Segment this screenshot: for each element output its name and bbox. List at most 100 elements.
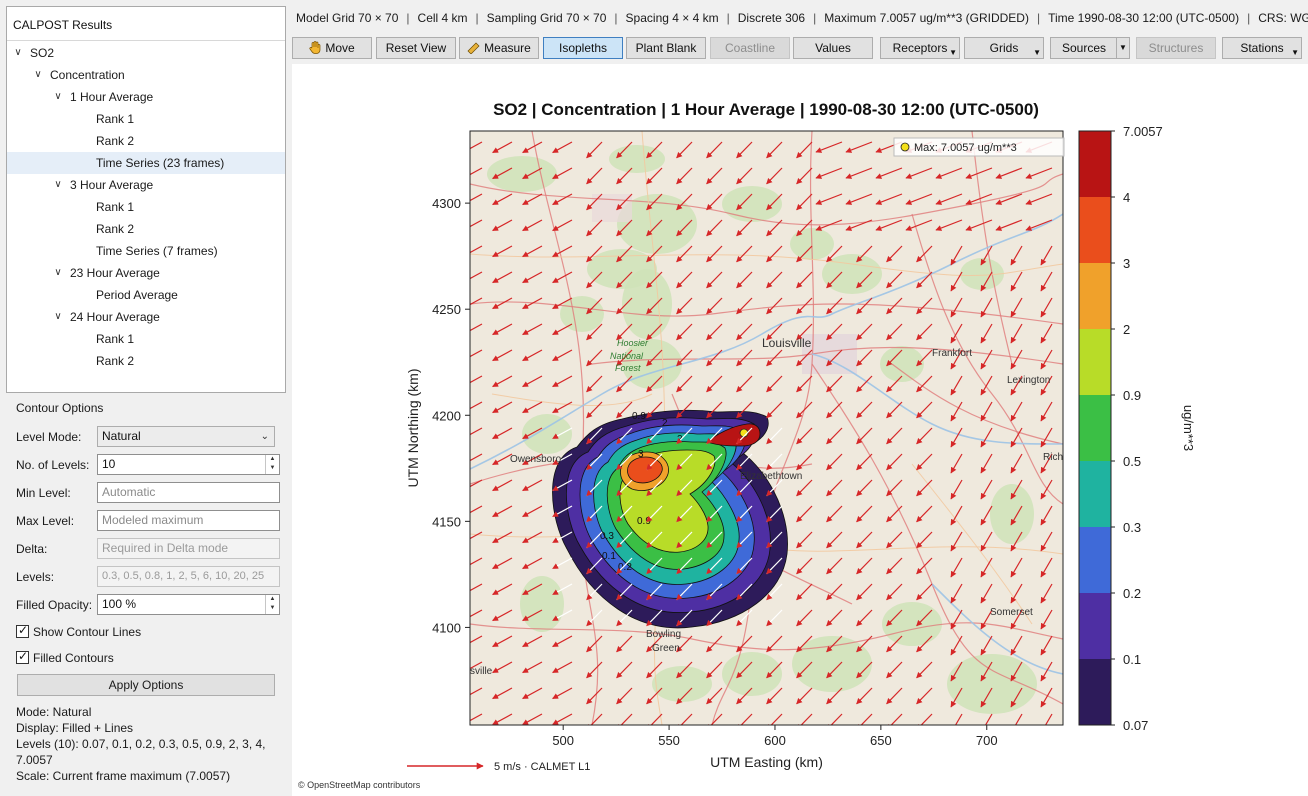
levels-label: Levels: [16, 570, 55, 584]
map-place-label: Louisville [762, 336, 812, 350]
map-place-label: Somerset [990, 607, 1033, 618]
tree-item[interactable]: Rank 2 [7, 350, 285, 372]
contour-line-label: 0.9 [632, 411, 646, 422]
dropdown-arrow-icon: ▼ [1033, 48, 1041, 57]
status-separator: | [614, 11, 618, 25]
forest-patch [622, 269, 672, 339]
tree-item[interactable]: Period Average [7, 284, 285, 306]
max-legend: Max: 7.0057 ug/m**3 [893, 137, 1065, 157]
tree-item[interactable]: Rank 1 [7, 328, 285, 350]
contour-line-label: 0.1 [602, 551, 616, 562]
sources-button[interactable]: Sources ▼ [1050, 37, 1130, 59]
forest-patch [522, 414, 572, 454]
forest-patch [609, 145, 665, 173]
apply-options-button[interactable]: Apply Options [17, 674, 275, 696]
tree-item-label: 24 Hour Average [70, 310, 160, 324]
colorbar-tick-label: 4 [1123, 190, 1130, 205]
map-place-label: Owensboro [510, 454, 562, 465]
isopleths-button[interactable]: Isopleths [543, 37, 623, 59]
tree-item[interactable]: ∨ SO2 [7, 42, 285, 64]
tree-item[interactable]: ∨ Concentration [7, 64, 285, 86]
num-levels-value: 10 [102, 457, 116, 471]
receptors-button[interactable]: Receptors ▼ [880, 37, 960, 59]
concentration-plot[interactable]: SO2 | Concentration | 1 Hour Average | 1… [292, 64, 1308, 796]
expand-chevron-icon[interactable]: ∨ [11, 42, 25, 64]
colorbar-tick-label: 0.3 [1123, 520, 1141, 535]
checkbox-checked-icon[interactable] [16, 623, 29, 638]
checkbox-checked-icon[interactable] [16, 649, 29, 664]
map-place-label: sville [470, 666, 493, 677]
colorbar-tick-label: 0.5 [1123, 454, 1141, 469]
status-item: Sampling Grid 70 × 70 [486, 11, 607, 25]
num-levels-spinbox[interactable]: 10 ▲ ▼ [97, 454, 280, 475]
measure-button[interactable]: Measure [459, 37, 539, 59]
y-tick-label: 4100 [432, 620, 461, 635]
tree-item[interactable]: Rank 2 [7, 218, 285, 240]
colorbar-tick-label: 0.2 [1123, 586, 1141, 601]
spin-down-icon[interactable]: ▼ [266, 464, 279, 473]
colorbar-label: ug/m**3 [1181, 405, 1196, 451]
tree-item-label: 23 Hour Average [70, 266, 160, 280]
tree-item[interactable]: Rank 1 [7, 196, 285, 218]
move-button[interactable]: Move [292, 37, 372, 59]
summary-display: Display: Filled + Lines [16, 721, 134, 735]
move-label: Move [325, 41, 355, 55]
opacity-stepper[interactable]: ▲ ▼ [265, 595, 279, 614]
level-mode-select[interactable]: Natural ⌄ [97, 426, 275, 447]
chart-title: SO2 | Concentration | 1 Hour Average | 1… [493, 100, 1039, 119]
tree-item[interactable]: Time Series (7 frames) [7, 240, 285, 262]
map-place-label: Elizabethtown [740, 471, 802, 482]
levels-input: 0.3, 0.5, 0.8, 1, 2, 5, 6, 10, 20, 25 [97, 566, 280, 587]
map-place-label: Lexington [1007, 375, 1050, 386]
status-item: Model Grid 70 × 70 [296, 11, 399, 25]
filled-contours-checkbox[interactable]: Filled Contours [16, 649, 114, 665]
max-level-input[interactable]: Modeled maximum [97, 510, 280, 531]
tree-item-label: 3 Hour Average [70, 178, 154, 192]
delta-input: Required in Delta mode [97, 538, 280, 559]
values-button[interactable]: Values [793, 37, 873, 59]
stations-button[interactable]: Stations ▼ [1222, 37, 1302, 59]
hand-icon [309, 40, 321, 60]
map-place-label: Bowling [646, 629, 681, 640]
map-toolbar: Move Reset View Measure Isopleths Plant … [292, 37, 1308, 61]
tree-item[interactable]: Rank 2 [7, 130, 285, 152]
plot-canvas[interactable]: SO2 | Concentration | 1 Hour Average | 1… [292, 64, 1308, 796]
contour-line-label: 0.2 [618, 562, 632, 573]
sources-dropdown-arrow-icon[interactable]: ▼ [1116, 37, 1130, 59]
max-legend-text: Max: 7.0057 ug/m**3 [914, 142, 1017, 154]
plant-blank-button[interactable]: Plant Blank [626, 37, 706, 59]
colorbar-band [1079, 395, 1111, 461]
opacity-spinbox[interactable]: 100 % ▲ ▼ [97, 594, 280, 615]
expand-chevron-icon[interactable]: ∨ [51, 174, 65, 196]
tree-item-label: Rank 2 [96, 222, 135, 236]
expand-chevron-icon[interactable]: ∨ [51, 86, 65, 108]
spin-down-icon[interactable]: ▼ [266, 604, 279, 613]
status-item: Time 1990-08-30 12:00 (UTC-0500) [1048, 11, 1240, 25]
tree-item-label: Time Series (7 frames) [96, 244, 218, 258]
contour-options-title: Contour Options [16, 401, 104, 415]
tree-item-label: Rank 1 [96, 200, 135, 214]
num-levels-stepper[interactable]: ▲ ▼ [265, 455, 279, 474]
reset-view-button[interactable]: Reset View [376, 37, 456, 59]
grids-button[interactable]: Grids ▼ [964, 37, 1044, 59]
status-item: CRS: WGS 84 [1258, 11, 1308, 25]
contour-line-label: 0.9 [637, 516, 651, 527]
tree-item[interactable]: ∨ 23 Hour Average [7, 262, 285, 284]
contour-options-panel: Contour Options Level Mode: Natural ⌄ No… [6, 400, 286, 792]
colorbar-tick-label: 2 [1123, 322, 1130, 337]
spin-up-icon[interactable]: ▲ [266, 595, 279, 604]
tree-item[interactable]: ∨ 24 Hour Average [7, 306, 285, 328]
expand-chevron-icon[interactable]: ∨ [31, 64, 45, 86]
tree-item[interactable]: Rank 1 [7, 108, 285, 130]
tree-item-label: Period Average [96, 288, 178, 302]
tree-item[interactable]: Time Series (23 frames) [7, 152, 285, 174]
expand-chevron-icon[interactable]: ∨ [51, 262, 65, 284]
expand-chevron-icon[interactable]: ∨ [51, 306, 65, 328]
x-tick-label: 700 [976, 733, 998, 748]
show-contour-lines-checkbox[interactable]: Show Contour Lines [16, 623, 142, 639]
tree-item[interactable]: ∨ 3 Hour Average [7, 174, 285, 196]
tree-item[interactable]: ∨ 1 Hour Average [7, 86, 285, 108]
min-level-input[interactable]: Automatic [97, 482, 280, 503]
spin-up-icon[interactable]: ▲ [266, 455, 279, 464]
show-contour-lines-label: Show Contour Lines [33, 625, 142, 639]
